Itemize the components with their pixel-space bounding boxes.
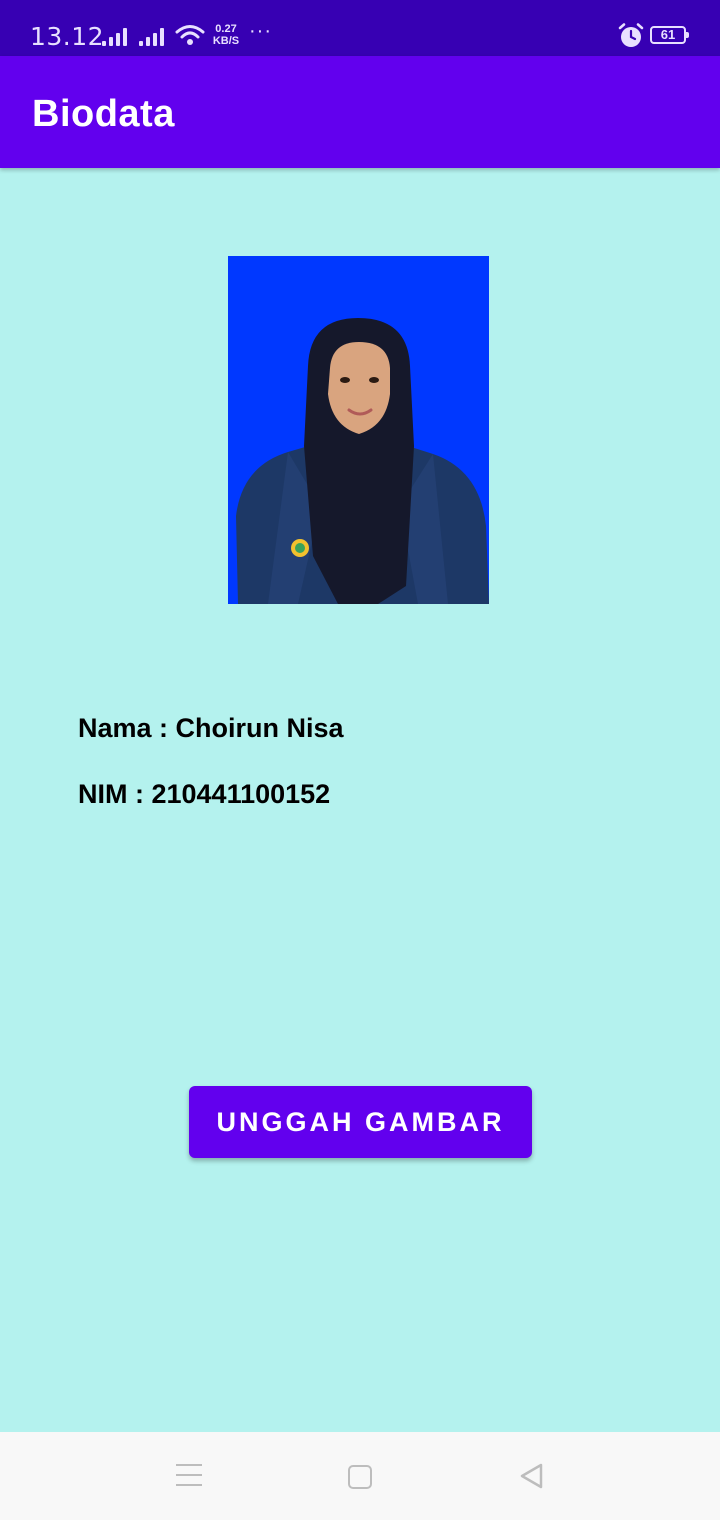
more-notifications-icon: ···: [249, 20, 272, 42]
network-speed-unit: KB/S: [212, 35, 240, 47]
battery-level: 61: [660, 27, 676, 42]
app-bar: Biodata: [0, 56, 720, 168]
status-time: 13.12: [30, 22, 105, 51]
navigation-bar: [0, 1432, 720, 1520]
nim-label: NIM : 210441100152: [78, 779, 331, 809]
alarm-icon: [618, 23, 644, 47]
battery-icon: 61: [650, 26, 689, 44]
menu-icon[interactable]: [176, 1464, 202, 1486]
name-label: Nama : Choirun Nisa: [78, 713, 344, 743]
wifi-icon: [175, 25, 205, 45]
upload-image-button[interactable]: UNGGAH GAMBAR: [189, 1086, 532, 1158]
profile-photo: [228, 256, 489, 604]
status-bar: 13.12 0.27 KB/S ··· 61: [0, 0, 720, 56]
profile-photo-image: [228, 256, 489, 604]
network-speed-value: 0.27: [215, 23, 237, 35]
signal-icon: [102, 26, 132, 46]
network-speed: 0.27 KB/S: [211, 23, 241, 47]
home-icon[interactable]: [348, 1465, 372, 1489]
back-icon[interactable]: [518, 1462, 544, 1490]
page-title: Biodata: [32, 93, 175, 135]
signal-icon: [139, 26, 169, 46]
